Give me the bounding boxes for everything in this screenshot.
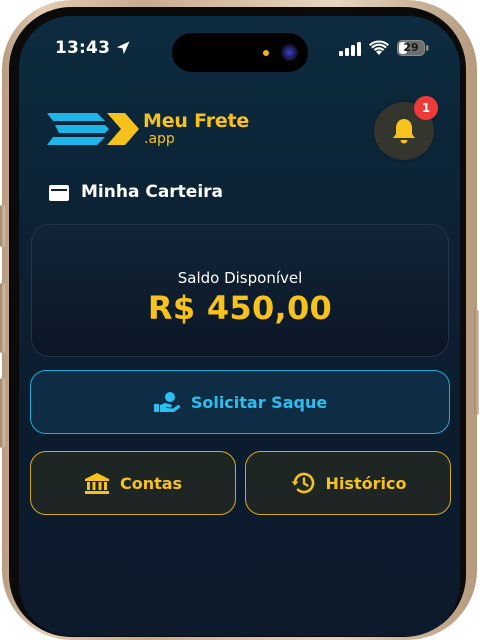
bell-icon — [393, 119, 415, 144]
logo-title: Meu Frete — [143, 110, 250, 132]
accounts-button[interactable]: Contas — [30, 451, 236, 515]
history-clock-icon — [291, 472, 314, 494]
notification-badge: 1 — [414, 96, 438, 120]
logo-icon — [47, 113, 139, 145]
balance-value: R$ 450,00 — [147, 289, 333, 327]
request-withdrawal-label: Solicitar Saque — [190, 392, 328, 412]
balance-label: Saldo Disponível — [177, 269, 303, 287]
status-time: 13:43 — [55, 38, 111, 58]
wifi-icon — [369, 40, 389, 55]
bank-icon — [84, 473, 109, 494]
cellular-signal-icon — [339, 42, 361, 56]
page-title: Minha Carteira — [81, 182, 224, 202]
hand-money-icon — [153, 392, 180, 412]
side-button-silent — [0, 205, 5, 247]
battery-level: 29 — [403, 41, 419, 54]
location-arrow-icon — [116, 41, 130, 55]
dynamic-island — [172, 33, 308, 72]
side-button-power — [474, 310, 479, 415]
balance-card: Saldo Disponível R$ 450,00 — [31, 224, 449, 357]
side-button-volume-up — [0, 283, 5, 353]
privacy-indicator-dot — [263, 50, 269, 56]
front-camera — [281, 44, 298, 61]
app-screen: 13:43 29 Meu Frete .app 1 Minha Carteira… — [19, 16, 460, 636]
side-button-volume-down — [0, 378, 5, 448]
history-button[interactable]: Histórico — [245, 451, 451, 515]
accounts-label: Contas — [119, 473, 183, 493]
request-withdrawal-button[interactable]: Solicitar Saque — [30, 370, 450, 434]
wallet-icon — [49, 185, 69, 201]
history-label: Histórico — [325, 473, 407, 493]
logo-subtitle: .app — [144, 131, 175, 147]
